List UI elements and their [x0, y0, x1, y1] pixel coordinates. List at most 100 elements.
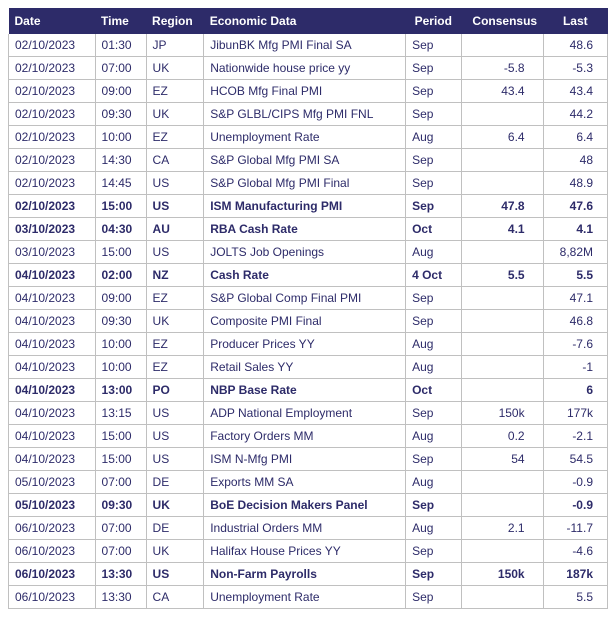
cell-region: US: [146, 563, 204, 586]
cell-region: DE: [146, 471, 204, 494]
cell-time: 09:30: [95, 494, 146, 517]
cell-time: 02:00: [95, 264, 146, 287]
cell-date: 06/10/2023: [9, 586, 96, 609]
table-row: 04/10/202309:00EZS&P Global Comp Final P…: [9, 287, 608, 310]
cell-data: Retail Sales YY: [204, 356, 406, 379]
cell-date: 03/10/2023: [9, 241, 96, 264]
cell-data: Unemployment Rate: [204, 586, 406, 609]
cell-region: CA: [146, 149, 204, 172]
cell-last: -1: [543, 356, 607, 379]
cell-last: 6.4: [543, 126, 607, 149]
cell-consensus: [461, 586, 543, 609]
cell-data: ISM N-Mfg PMI: [204, 448, 406, 471]
cell-consensus: [461, 241, 543, 264]
cell-last: -5.3: [543, 57, 607, 80]
table-row: 02/10/202301:30JPJibunBK Mfg PMI Final S…: [9, 34, 608, 57]
header-last: Last: [543, 8, 607, 34]
cell-last: -11.7: [543, 517, 607, 540]
table-body: 02/10/202301:30JPJibunBK Mfg PMI Final S…: [9, 34, 608, 609]
cell-time: 09:00: [95, 287, 146, 310]
cell-region: US: [146, 172, 204, 195]
cell-time: 13:30: [95, 586, 146, 609]
cell-last: 4.1: [543, 218, 607, 241]
cell-period: Oct: [406, 379, 461, 402]
cell-time: 10:00: [95, 356, 146, 379]
cell-date: 02/10/2023: [9, 172, 96, 195]
cell-data: Exports MM SA: [204, 471, 406, 494]
cell-data: ADP National Employment: [204, 402, 406, 425]
table-row: 02/10/202314:45USS&P Global Mfg PMI Fina…: [9, 172, 608, 195]
cell-period: Sep: [406, 103, 461, 126]
cell-date: 02/10/2023: [9, 195, 96, 218]
cell-region: EZ: [146, 333, 204, 356]
cell-date: 06/10/2023: [9, 517, 96, 540]
cell-date: 02/10/2023: [9, 34, 96, 57]
cell-time: 09:30: [95, 103, 146, 126]
cell-consensus: 150k: [461, 563, 543, 586]
cell-last: -4.6: [543, 540, 607, 563]
cell-last: 47.1: [543, 287, 607, 310]
cell-last: 5.5: [543, 264, 607, 287]
cell-last: -7.6: [543, 333, 607, 356]
cell-period: Aug: [406, 241, 461, 264]
cell-region: EZ: [146, 126, 204, 149]
cell-time: 14:45: [95, 172, 146, 195]
cell-last: 48.6: [543, 34, 607, 57]
cell-region: US: [146, 241, 204, 264]
cell-region: UK: [146, 310, 204, 333]
cell-region: CA: [146, 586, 204, 609]
cell-consensus: 5.5: [461, 264, 543, 287]
cell-last: 6: [543, 379, 607, 402]
cell-period: Aug: [406, 333, 461, 356]
cell-consensus: -5.8: [461, 57, 543, 80]
cell-time: 10:00: [95, 333, 146, 356]
cell-period: Sep: [406, 494, 461, 517]
cell-date: 05/10/2023: [9, 494, 96, 517]
cell-data: S&P Global Mfg PMI Final: [204, 172, 406, 195]
cell-last: 48.9: [543, 172, 607, 195]
cell-period: Aug: [406, 517, 461, 540]
cell-region: JP: [146, 34, 204, 57]
header-data: Economic Data: [204, 8, 406, 34]
cell-data: BoE Decision Makers Panel: [204, 494, 406, 517]
cell-period: Sep: [406, 149, 461, 172]
table-row: 04/10/202313:15USADP National Employment…: [9, 402, 608, 425]
cell-time: 07:00: [95, 57, 146, 80]
cell-consensus: [461, 540, 543, 563]
cell-date: 02/10/2023: [9, 80, 96, 103]
cell-region: EZ: [146, 287, 204, 310]
cell-region: AU: [146, 218, 204, 241]
header-row: Date Time Region Economic Data Period Co…: [9, 8, 608, 34]
cell-time: 13:15: [95, 402, 146, 425]
cell-last: -0.9: [543, 494, 607, 517]
cell-last: 48: [543, 149, 607, 172]
cell-consensus: [461, 310, 543, 333]
cell-date: 04/10/2023: [9, 310, 96, 333]
cell-time: 14:30: [95, 149, 146, 172]
cell-data: Nationwide house price yy: [204, 57, 406, 80]
cell-data: JOLTS Job Openings: [204, 241, 406, 264]
cell-consensus: 150k: [461, 402, 543, 425]
cell-data: RBA Cash Rate: [204, 218, 406, 241]
cell-time: 07:00: [95, 471, 146, 494]
cell-period: Aug: [406, 425, 461, 448]
table-row: 02/10/202307:00UKNationwide house price …: [9, 57, 608, 80]
cell-data: S&P GLBL/CIPS Mfg PMI FNL: [204, 103, 406, 126]
table-row: 02/10/202314:30CAS&P Global Mfg PMI SASe…: [9, 149, 608, 172]
cell-period: Sep: [406, 80, 461, 103]
cell-last: 46.8: [543, 310, 607, 333]
header-region: Region: [146, 8, 204, 34]
table-row: 02/10/202315:00USISM Manufacturing PMISe…: [9, 195, 608, 218]
cell-period: Sep: [406, 563, 461, 586]
cell-date: 05/10/2023: [9, 471, 96, 494]
cell-last: -2.1: [543, 425, 607, 448]
cell-consensus: [461, 494, 543, 517]
cell-time: 15:00: [95, 241, 146, 264]
table-row: 02/10/202310:00EZUnemployment RateAug6.4…: [9, 126, 608, 149]
cell-time: 15:00: [95, 425, 146, 448]
cell-data: Cash Rate: [204, 264, 406, 287]
table-row: 03/10/202315:00USJOLTS Job OpeningsAug8,…: [9, 241, 608, 264]
cell-consensus: 2.1: [461, 517, 543, 540]
cell-consensus: [461, 379, 543, 402]
cell-region: PO: [146, 379, 204, 402]
